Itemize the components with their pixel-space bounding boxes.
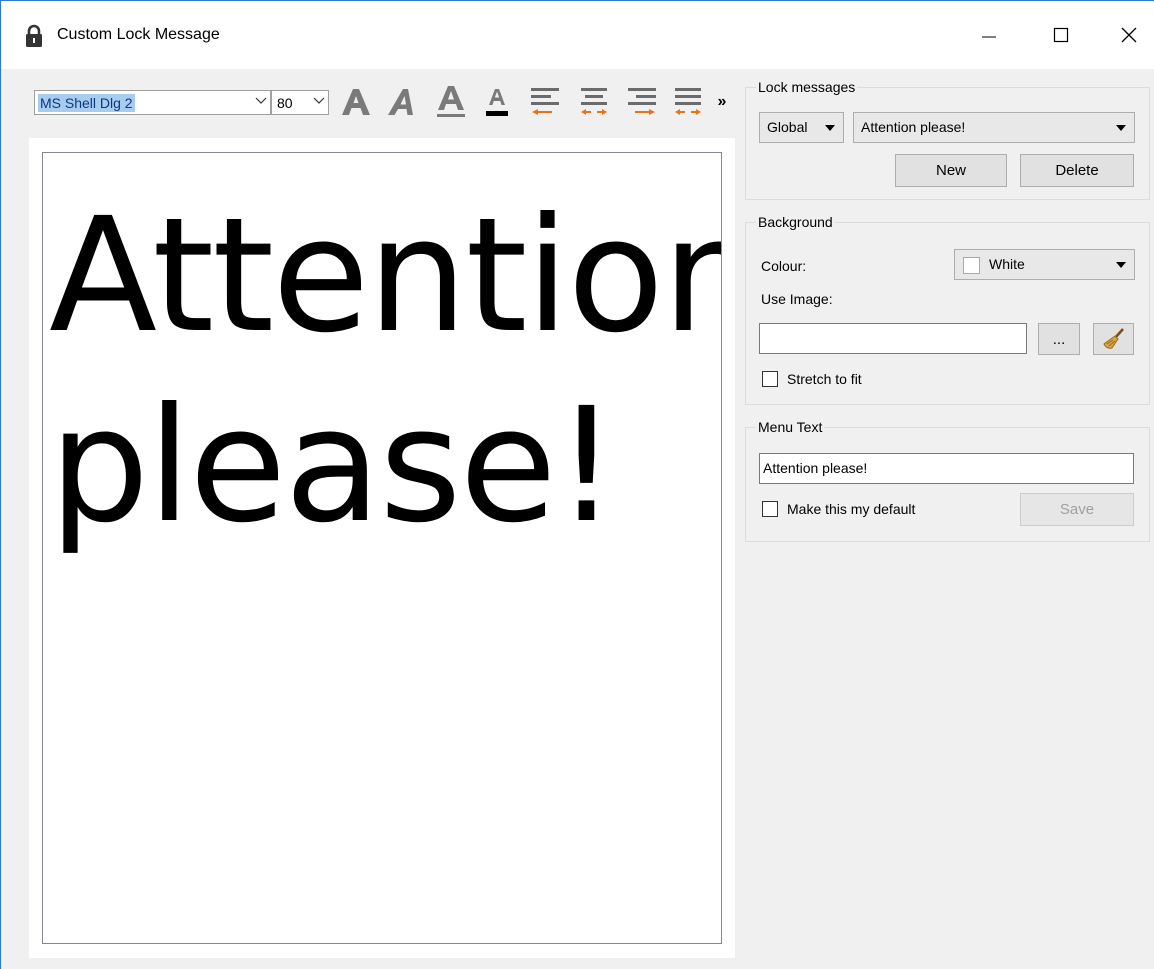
scope-dropdown[interactable]: Global <box>759 112 844 143</box>
message-text: Attention please! <box>49 184 722 558</box>
clear-image-button[interactable] <box>1093 323 1134 355</box>
use-image-label: Use Image: <box>761 291 833 307</box>
message-editor[interactable]: Attention please! <box>42 152 722 944</box>
minimize-icon <box>982 36 996 38</box>
font-size-value: 80 <box>277 95 293 111</box>
align-center-button[interactable] <box>575 84 613 120</box>
delete-button[interactable]: Delete <box>1020 154 1134 187</box>
bold-button[interactable] <box>335 84 377 120</box>
maximize-icon <box>1053 27 1069 43</box>
image-path-input[interactable] <box>759 323 1027 354</box>
toolbar-overflow-button[interactable]: » <box>712 84 732 120</box>
colour-label: Colour: <box>761 258 807 274</box>
font-name-combo[interactable]: MS Shell Dlg 2 <box>34 90 271 115</box>
stretch-label: Stretch to fit <box>787 371 862 387</box>
align-left-icon <box>531 88 559 115</box>
title-bar: Custom Lock Message <box>1 1 1154 69</box>
underline-button[interactable] <box>430 84 472 120</box>
font-color-button[interactable] <box>479 84 515 120</box>
close-button[interactable] <box>1106 15 1152 55</box>
chevron-down-icon <box>1116 125 1126 131</box>
new-button[interactable]: New <box>895 154 1007 187</box>
font-name-value: MS Shell Dlg 2 <box>38 94 135 112</box>
font-color-icon <box>486 89 508 116</box>
chevron-down-icon <box>255 97 267 104</box>
italic-icon <box>388 89 413 115</box>
align-center-icon <box>581 88 607 115</box>
chevron-down-icon <box>825 125 835 131</box>
menu-text-input[interactable]: Attention please! <box>759 453 1134 484</box>
stretch-checkbox[interactable] <box>762 371 778 387</box>
lock-icon <box>26 24 42 47</box>
align-left-button[interactable] <box>526 84 564 120</box>
save-button[interactable]: Save <box>1020 493 1134 526</box>
align-right-button[interactable] <box>623 84 661 120</box>
colour-dropdown[interactable]: White <box>954 249 1135 280</box>
menu-text-value: Attention please! <box>763 460 868 476</box>
default-checkbox[interactable] <box>762 501 778 517</box>
justify-button[interactable] <box>669 84 707 120</box>
broom-icon <box>1102 328 1124 349</box>
browse-button[interactable]: ... <box>1038 323 1080 355</box>
lock-messages-title: Lock messages <box>756 78 858 96</box>
font-size-combo[interactable]: 80 <box>271 90 329 115</box>
align-right-icon <box>628 88 656 115</box>
menu-text-title: Menu Text <box>756 418 825 436</box>
underline-icon <box>437 86 465 117</box>
minimize-button[interactable] <box>966 15 1012 55</box>
bold-icon <box>342 89 370 115</box>
chevron-down-icon <box>313 97 325 104</box>
colour-value: White <box>989 256 1025 272</box>
chevron-down-icon <box>1116 262 1126 268</box>
maximize-button[interactable] <box>1038 15 1084 55</box>
justify-icon <box>675 88 701 115</box>
colour-swatch <box>963 257 980 274</box>
default-label: Make this my default <box>787 501 916 517</box>
close-icon <box>1121 27 1137 43</box>
window-title: Custom Lock Message <box>57 26 220 43</box>
background-title: Background <box>756 213 835 231</box>
message-value: Attention please! <box>861 119 966 135</box>
lock-message-window: Custom Lock Message MS Shell Dlg 2 80 » … <box>0 0 1154 969</box>
message-dropdown[interactable]: Attention please! <box>853 112 1135 143</box>
italic-button[interactable] <box>383 84 425 120</box>
scope-value: Global <box>767 119 808 135</box>
